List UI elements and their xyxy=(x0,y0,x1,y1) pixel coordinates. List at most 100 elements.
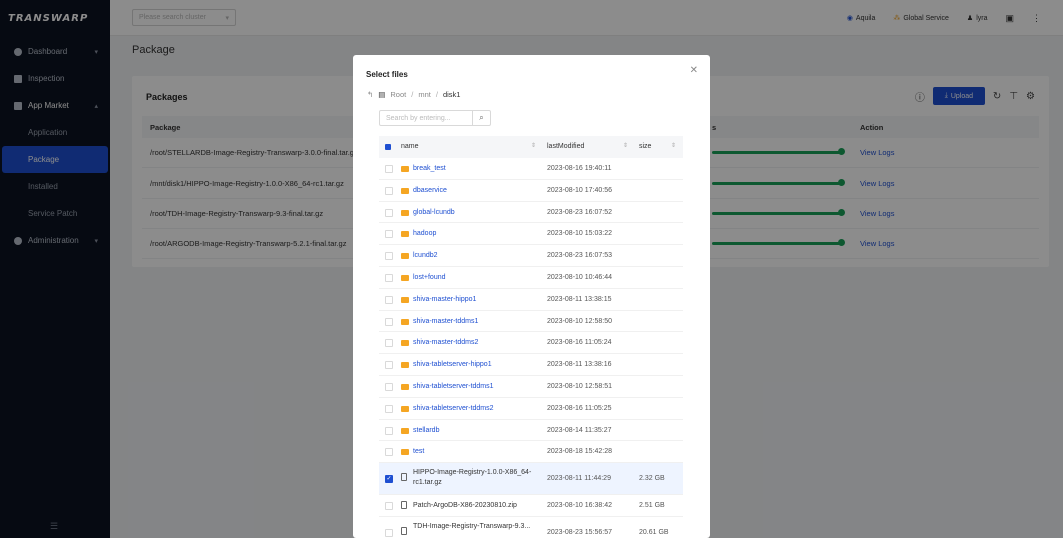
file-name[interactable]: shiva-master-tddms2 xyxy=(413,339,478,346)
row-checkbox[interactable] xyxy=(385,230,393,239)
row-checkbox[interactable] xyxy=(385,273,393,282)
row-checkbox[interactable] xyxy=(385,208,393,217)
file-name[interactable]: shiva-tabletserver-hippo1 xyxy=(413,361,492,368)
folder-icon xyxy=(401,405,409,412)
row-checkbox[interactable] xyxy=(385,361,393,370)
breadcrumb-mnt[interactable]: mnt xyxy=(418,90,431,99)
file-name[interactable]: lcundb2 xyxy=(413,252,438,259)
file-modified: 2023-08-14 11:35:27 xyxy=(547,426,612,434)
sort-icon[interactable]: ⇕ xyxy=(531,142,536,149)
file-modified: 2023-08-11 13:38:15 xyxy=(547,295,612,303)
file-size: 2.32 GB xyxy=(639,475,665,483)
file-row[interactable]: shiva-tabletserver-tddms1 2023-08-10 12:… xyxy=(379,376,683,398)
row-checkbox[interactable] xyxy=(385,186,393,195)
file-modified: 2023-08-11 13:38:16 xyxy=(547,361,612,369)
breadcrumb-root[interactable]: Root xyxy=(390,90,406,99)
file-modified: 2023-08-23 16:07:53 xyxy=(547,252,612,260)
header-size[interactable]: size xyxy=(639,143,651,150)
file-modified: 2023-08-10 12:58:50 xyxy=(547,317,612,325)
file-row[interactable]: shiva-master-tddms2 2023-08-16 11:05:24 xyxy=(379,332,683,355)
sort-icon[interactable]: ⇕ xyxy=(623,142,628,149)
file-row[interactable]: shiva-master-hippo1 2023-08-11 13:38:15 xyxy=(379,289,683,311)
folder-icon xyxy=(401,362,409,369)
file-name[interactable]: test xyxy=(413,448,424,455)
file-name[interactable]: global-lcundb xyxy=(413,209,455,216)
close-icon[interactable]: ✕ xyxy=(690,65,698,76)
file-modified: 2023-08-10 16:38:42 xyxy=(547,502,612,510)
folder-icon xyxy=(401,340,409,347)
folder-icon xyxy=(401,449,409,456)
search-input[interactable]: Search by entering... xyxy=(380,115,472,122)
row-checkbox[interactable] xyxy=(385,528,393,537)
file-modified: 2023-08-10 10:46:44 xyxy=(547,273,612,281)
file-name[interactable]: break_test xyxy=(413,165,446,172)
file-modified: 2023-08-16 11:05:25 xyxy=(547,404,612,412)
file-name: Patch-ArgoDB-X86-20230810.zip xyxy=(413,502,517,510)
folder-icon xyxy=(401,231,409,238)
file-row[interactable]: TDH-Image-Registry-Transwarp-9.3... 2023… xyxy=(379,517,683,538)
folder-icon xyxy=(401,296,409,303)
row-checkbox[interactable] xyxy=(385,295,393,304)
file-name[interactable]: lost+found xyxy=(413,274,446,281)
file-name: HIPPO-Image-Registry-1.0.0-X86_64-rc1.ta… xyxy=(413,469,532,487)
file-icon xyxy=(401,526,407,535)
row-checkbox[interactable] xyxy=(385,252,393,261)
search-icon[interactable]: ⌕ xyxy=(472,111,490,125)
folder-icon xyxy=(401,427,409,434)
folder-icon xyxy=(401,209,409,216)
folder-icon xyxy=(401,318,409,325)
file-row[interactable]: shiva-master-tddms1 2023-08-10 12:58:50 xyxy=(379,311,683,333)
row-checkbox[interactable] xyxy=(385,404,393,413)
file-row[interactable]: shiva-tabletserver-hippo1 2023-08-11 13:… xyxy=(379,354,683,376)
file-modified: 2023-08-16 19:40:11 xyxy=(547,165,612,172)
row-checkbox[interactable] xyxy=(385,426,393,435)
file-name[interactable]: stellardb xyxy=(413,427,439,434)
file-row[interactable]: shiva-tabletserver-tddms2 2023-08-16 11:… xyxy=(379,398,683,420)
breadcrumb: ↰ ▤ Root / mnt / disk1 xyxy=(367,90,460,99)
header-name[interactable]: name xyxy=(401,143,419,150)
folder-icon xyxy=(401,187,409,194)
file-name[interactable]: shiva-master-tddms1 xyxy=(413,318,478,325)
row-checkbox[interactable] xyxy=(385,339,393,348)
file-row[interactable]: global-lcundb 2023-08-23 16:07:52 xyxy=(379,202,683,224)
row-checkbox-checked[interactable]: ✓ xyxy=(385,475,393,484)
file-row[interactable]: lcundb2 2023-08-23 16:07:53 xyxy=(379,245,683,267)
sort-icon[interactable]: ⇕ xyxy=(671,142,676,149)
file-row[interactable]: ✓ HIPPO-Image-Registry-1.0.0-X86_64-rc1.… xyxy=(379,463,683,496)
modal-title: Select files xyxy=(366,70,408,79)
folder-icon xyxy=(401,383,409,390)
folder-tree-icon: ▤ xyxy=(378,90,386,99)
header-last-modified[interactable]: lastModified xyxy=(547,143,584,150)
file-row[interactable]: stellardb 2023-08-14 11:35:27 xyxy=(379,420,683,442)
file-name[interactable]: shiva-master-hippo1 xyxy=(413,296,476,303)
file-name[interactable]: dbaservice xyxy=(413,187,447,194)
file-modified: 2023-08-10 17:40:56 xyxy=(547,186,612,194)
file-size: 2.51 GB xyxy=(639,502,665,510)
file-name[interactable]: hadoop xyxy=(413,230,436,237)
breadcrumb-disk1: disk1 xyxy=(442,90,461,99)
breadcrumb-separator: / xyxy=(411,90,414,99)
file-row[interactable]: test 2023-08-18 15:42:28 xyxy=(379,441,683,464)
file-row[interactable]: hadoop 2023-08-10 15:03:22 xyxy=(379,223,683,246)
file-name[interactable]: shiva-tabletserver-tddms1 xyxy=(413,383,494,390)
file-row[interactable]: Patch-ArgoDB-X86-20230810.zip 2023-08-10… xyxy=(379,495,683,517)
folder-icon xyxy=(401,166,409,172)
back-icon[interactable]: ↰ xyxy=(367,90,373,99)
select-all-checkbox[interactable] xyxy=(385,144,391,150)
breadcrumb-separator: / xyxy=(435,90,438,99)
file-name: TDH-Image-Registry-Transwarp-9.3... xyxy=(413,522,531,530)
file-row[interactable]: dbaservice 2023-08-10 17:40:56 xyxy=(379,180,683,202)
row-checkbox[interactable] xyxy=(385,448,393,457)
file-row[interactable]: break_test 2023-08-16 19:40:11 xyxy=(379,158,683,180)
file-search: Search by entering... ⌕ xyxy=(379,110,491,126)
file-modified: 2023-08-11 11:44:29 xyxy=(547,475,611,483)
select-files-modal: Select files ✕ ↰ ▤ Root / mnt / disk1 Se… xyxy=(353,55,710,538)
file-name[interactable]: shiva-tabletserver-tddms2 xyxy=(413,405,494,412)
file-modified: 2023-08-23 16:07:52 xyxy=(547,208,612,216)
folder-icon xyxy=(401,274,409,281)
file-row[interactable]: lost+found 2023-08-10 10:46:44 xyxy=(379,267,683,289)
row-checkbox[interactable] xyxy=(385,165,393,173)
row-checkbox[interactable] xyxy=(385,317,393,326)
row-checkbox[interactable] xyxy=(385,502,393,511)
row-checkbox[interactable] xyxy=(385,382,393,391)
